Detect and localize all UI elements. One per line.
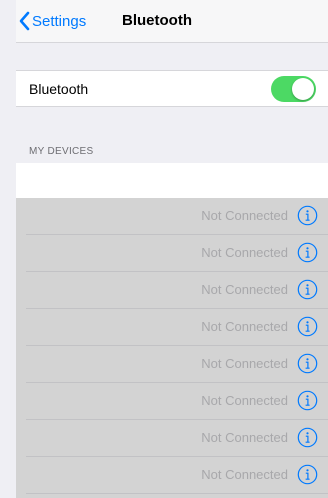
- info-icon[interactable]: [297, 390, 318, 411]
- device-row[interactable]: Not Connected: [16, 420, 328, 457]
- settings-screen: Settings Bluetooth Bluetooth MY DEVICES …: [16, 0, 328, 498]
- device-status: Not Connected: [201, 208, 288, 223]
- info-icon[interactable]: [297, 205, 318, 226]
- device-status: Not Connected: [201, 430, 288, 445]
- info-icon[interactable]: [297, 427, 318, 448]
- bluetooth-toggle[interactable]: [271, 76, 316, 102]
- device-status: Not Connected: [201, 356, 288, 371]
- chevron-left-icon: [19, 11, 30, 31]
- back-button[interactable]: Settings: [18, 10, 86, 32]
- device-row[interactable]: Not Connected: [16, 272, 328, 309]
- device-row[interactable]: Not Connected: [16, 309, 328, 346]
- device-status: Not Connected: [201, 245, 288, 260]
- info-icon[interactable]: [297, 353, 318, 374]
- page-title: Bluetooth: [122, 12, 192, 29]
- device-row[interactable]: Not Connected: [16, 198, 328, 235]
- device-row[interactable]: Not Connected: [16, 383, 328, 420]
- devices-list-top: [16, 163, 328, 198]
- back-button-label: Settings: [32, 12, 87, 30]
- device-status: Not Connected: [201, 393, 288, 408]
- device-status: Not Connected: [201, 282, 288, 297]
- device-row[interactable]: Not Connected: [16, 457, 328, 494]
- info-icon[interactable]: [297, 464, 318, 485]
- info-icon[interactable]: [297, 242, 318, 263]
- device-list: Not Connected Not Connected Not Connected N…: [16, 198, 328, 498]
- my-devices-header: MY DEVICES: [29, 146, 94, 157]
- info-icon[interactable]: [297, 316, 318, 337]
- device-row[interactable]: Not Connected: [16, 346, 328, 383]
- section-spacer: [16, 44, 328, 70]
- navigation-bar: Settings Bluetooth: [16, 0, 328, 43]
- device-status: Not Connected: [201, 467, 288, 482]
- toggle-knob: [292, 78, 314, 100]
- info-icon[interactable]: [297, 279, 318, 300]
- device-row[interactable]: Not Connected: [16, 235, 328, 272]
- bluetooth-label: Bluetooth: [29, 81, 89, 97]
- bluetooth-row: Bluetooth: [16, 70, 328, 107]
- row-separator: [26, 493, 328, 494]
- device-status: Not Connected: [201, 319, 288, 334]
